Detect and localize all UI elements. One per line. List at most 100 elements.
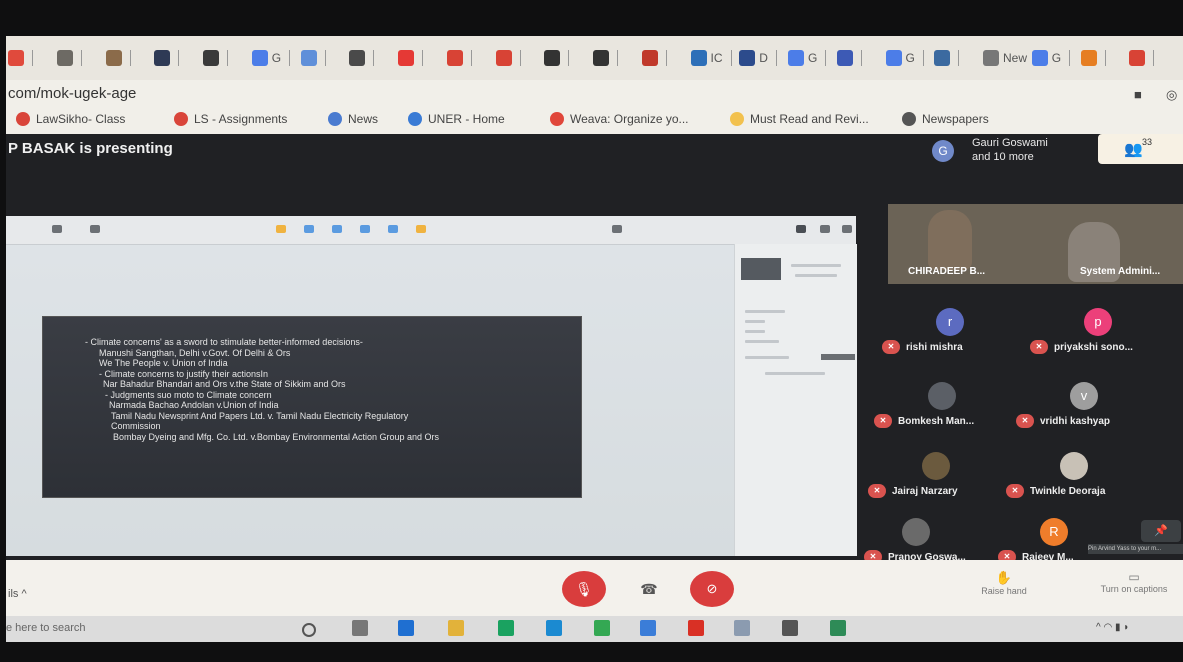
file-explorer-icon[interactable] <box>448 620 464 636</box>
browser-tab[interactable]: G <box>788 46 827 70</box>
browser-tab[interactable] <box>300 46 326 70</box>
slide-line: Bombay Dyeing and Mfg. Co. Ltd. v.Bombay… <box>113 431 439 442</box>
people-button[interactable]: 👥 33 <box>1098 134 1183 164</box>
mic-muted-icon: ✕ <box>1006 484 1024 498</box>
mic-off-icon: 🎙 <box>575 581 593 597</box>
people-count: 33 <box>1142 137 1153 147</box>
browser-tab[interactable]: IC <box>690 46 732 70</box>
bookmark-label: Must Read and Revi... <box>750 112 869 126</box>
browser-tab[interactable] <box>593 46 618 70</box>
word-icon[interactable] <box>640 620 656 636</box>
zoom-icon[interactable]: ◎ <box>1166 87 1177 103</box>
bookmark-item[interactable]: LawSikho- Class <box>16 112 125 126</box>
taskbar-search[interactable]: e here to search <box>6 622 86 634</box>
edge-icon[interactable] <box>398 620 414 636</box>
browser-tab[interactable] <box>8 46 33 70</box>
slide-line: - Climate concerns' as a sword to stimul… <box>85 337 363 347</box>
browser-tab[interactable] <box>1129 46 1155 70</box>
bookmark-item[interactable]: LS - Assignments <box>174 112 287 126</box>
browser-tab[interactable] <box>1080 46 1106 70</box>
browser-tab[interactable] <box>446 46 472 70</box>
google-icon <box>885 50 902 66</box>
video-name: System Admini... <box>1080 266 1161 277</box>
presenter-names: Gauri Goswami and 10 more <box>972 136 1048 164</box>
browser-tab[interactable] <box>934 46 960 70</box>
leave-call-button[interactable]: ☎ <box>636 578 662 600</box>
github-icon <box>593 50 609 66</box>
bookmark-label: Weava: Organize yo... <box>570 112 689 126</box>
meeting-details-toggle[interactable]: ils ^ <box>8 588 27 600</box>
browser-tab[interactable]: G <box>1031 46 1071 70</box>
slide-canvas: - Climate concerns' as a sword to stimul… <box>42 316 582 498</box>
presenter-more-line: and 10 more <box>972 151 1034 163</box>
participant-tile[interactable]: p ✕ priyakshi sono... <box>1030 308 1180 364</box>
participant-tile[interactable]: ✕ Jairaj Narzary <box>868 452 1018 508</box>
camera-toggle-button[interactable]: ⊘ <box>690 571 734 607</box>
bookmark-icon <box>730 112 744 126</box>
camera-blocked-icon[interactable]: ■ <box>1134 87 1142 102</box>
participant-avatar <box>1060 452 1088 480</box>
camera-off-icon: ⊘ <box>706 581 718 596</box>
bookmark-icon <box>902 112 916 126</box>
bookmark-label: LawSikho- Class <box>36 112 126 126</box>
bookmark-icon <box>550 112 564 126</box>
bookmark-item[interactable]: UNER - Home <box>408 112 505 126</box>
store-icon[interactable] <box>498 620 514 636</box>
browser-tab[interactable] <box>203 46 228 70</box>
bookmark-icon <box>328 112 342 126</box>
rainbow-icon <box>1080 50 1097 66</box>
chrome-icon[interactable] <box>594 620 610 636</box>
pdf-icon <box>641 50 658 66</box>
browser-tab[interactable]: G <box>251 46 291 70</box>
system-tray[interactable]: ^ ◠ ▮ ◗ <box>1096 622 1129 633</box>
pin-button[interactable]: 📌 <box>1141 520 1181 542</box>
play-icon <box>52 225 62 233</box>
bookmark-item[interactable]: News <box>328 112 378 126</box>
new-tab-icon <box>983 50 999 66</box>
participant-avatar: v <box>1070 382 1098 410</box>
browser-tab[interactable] <box>56 46 82 70</box>
media-icon <box>388 225 398 233</box>
presentation-toolbar <box>6 216 856 245</box>
participant-tile[interactable]: v ✕ vridhi kashyap <box>1016 382 1166 438</box>
browser-tab[interactable] <box>105 46 131 70</box>
bookmark-item[interactable]: Must Read and Revi... <box>730 112 869 126</box>
browser-tab[interactable] <box>836 46 862 70</box>
mic-muted-icon: ✕ <box>882 340 900 354</box>
address-bar[interactable]: com/mok-ugek-age ■ ◎ <box>6 80 1183 108</box>
browser-tab[interactable] <box>154 46 180 70</box>
bookmark-label: Newspapers <box>922 112 989 126</box>
participant-tile[interactable]: ✕ Twinkle Deoraja <box>1006 452 1156 508</box>
browser-tab[interactable] <box>495 46 521 70</box>
captions-button[interactable]: ▭ Turn on captions <box>1086 570 1182 594</box>
url-text[interactable]: com/mok-ugek-age <box>8 85 136 102</box>
bookmark-item[interactable]: Weava: Organize yo... <box>550 112 689 126</box>
mic-toggle-button[interactable]: 🎙 <box>562 571 606 607</box>
app-icon[interactable] <box>782 620 798 636</box>
participant-tile[interactable]: ✕ Bomkesh Man... <box>874 382 1024 438</box>
browser-tab[interactable]: G <box>885 46 924 70</box>
cortana-icon[interactable] <box>302 623 316 637</box>
raise-hand-button[interactable]: ✋ Raise hand <box>972 570 1036 596</box>
browser-tab[interactable] <box>544 46 570 70</box>
app-icon[interactable] <box>734 620 750 636</box>
captions-label: Turn on captions <box>1100 584 1168 594</box>
bookmark-label: UNER - Home <box>428 112 505 126</box>
tab-label: D <box>759 51 768 65</box>
acrobat-icon[interactable] <box>688 620 704 636</box>
browser-tab[interactable]: New <box>983 46 1037 70</box>
participant-tile[interactable]: r ✕ rishi mishra <box>882 308 1032 364</box>
task-view-icon[interactable] <box>352 620 368 636</box>
app-icon[interactable] <box>830 620 846 636</box>
tab-label: IC <box>710 51 723 65</box>
browser-tab[interactable] <box>349 46 375 70</box>
browser-tab[interactable] <box>641 46 667 70</box>
browser-tab[interactable] <box>398 46 423 70</box>
video-tile-row[interactable]: CHIRADEEP B... System Admini... <box>888 204 1183 284</box>
bookmark-item[interactable]: Newspapers <box>902 112 989 126</box>
background-color-swatch <box>821 354 855 360</box>
bookmark-icon <box>408 112 422 126</box>
browser-tab[interactable]: D <box>739 46 777 70</box>
site-icon <box>154 50 171 66</box>
app-icon[interactable] <box>546 620 562 636</box>
